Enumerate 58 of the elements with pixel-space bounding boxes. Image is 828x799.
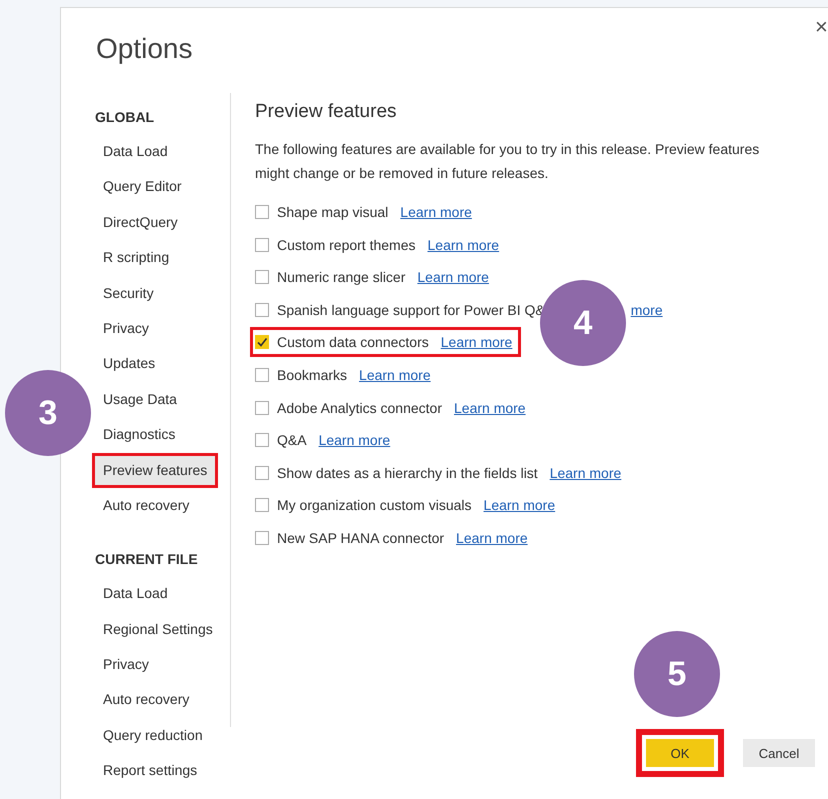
sidebar-item[interactable]: Query reduction <box>92 718 214 754</box>
section-heading: CURRENT FILE <box>95 551 199 568</box>
window-title: Options <box>96 33 194 66</box>
learn-more-link[interactable]: Learn more <box>318 432 390 448</box>
sidebar-item[interactable]: DirectQuery <box>92 204 189 240</box>
panel-heading: Preview features <box>255 101 398 123</box>
checkbox[interactable] <box>255 302 269 317</box>
ok-button[interactable]: OK <box>646 739 714 767</box>
feature-label: Custom data connectors <box>277 334 429 350</box>
learn-more-link[interactable]: more <box>630 302 663 318</box>
checkbox[interactable] <box>255 433 269 448</box>
checkbox[interactable] <box>255 335 269 350</box>
feature-label: Custom report themes <box>277 236 416 253</box>
sidebar-item[interactable]: Report settings <box>92 753 208 789</box>
sidebar-item[interactable]: Data Load <box>92 576 179 612</box>
feature-label: My organization custom visuals <box>277 497 472 514</box>
close-button[interactable]: × <box>811 14 828 40</box>
learn-more-link[interactable]: Learn more <box>417 269 489 286</box>
feature-label: Shape map visual <box>277 204 388 220</box>
learn-more-link[interactable]: Learn more <box>456 530 528 546</box>
step-number-badge: 3 <box>5 370 91 456</box>
feature-label: Show dates as a hierarchy in the fields list <box>277 464 538 481</box>
learn-more-link[interactable]: Learn more <box>454 400 526 416</box>
sidebar-item[interactable]: Updates <box>92 346 166 382</box>
section-heading: GLOBAL <box>95 109 156 125</box>
feature-label: Adobe Analytics connector <box>277 400 442 416</box>
learn-more-link[interactable]: Learn more <box>440 334 512 350</box>
learn-more-link[interactable]: Learn more <box>428 236 500 253</box>
learn-more-link[interactable]: Learn more <box>484 497 556 514</box>
sidebar-item[interactable]: Privacy <box>92 310 160 346</box>
sidebar-item[interactable]: Auto recovery <box>92 682 200 718</box>
checkbox[interactable] <box>255 270 269 284</box>
sidebar-item[interactable]: Auto recovery <box>92 488 200 524</box>
checkbox[interactable] <box>255 530 269 545</box>
sidebar-item[interactable]: Usage Data <box>92 382 188 418</box>
feature-label: Numeric range slicer <box>277 269 406 286</box>
feature-label: Bookmarks <box>277 366 348 383</box>
learn-more-link[interactable]: Learn more <box>550 464 622 481</box>
checkbox[interactable] <box>255 400 269 415</box>
learn-more-link[interactable]: Learn more <box>359 366 431 383</box>
checkbox[interactable] <box>255 238 269 252</box>
description-text: The following features are available for you to try in this release. Preview features might change or be removed in future releases. <box>255 140 760 183</box>
sidebar-item[interactable]: Privacy <box>92 647 160 682</box>
sidebar-item[interactable]: R scripting <box>92 240 180 276</box>
feature-label: New SAP HANA connector <box>277 530 444 546</box>
sidebar-item[interactable]: Security <box>92 276 165 311</box>
checkbox[interactable] <box>255 368 269 382</box>
sidebar-item[interactable]: Query Editor <box>92 169 193 205</box>
checkbox[interactable] <box>255 466 269 480</box>
feature-label: Q&A <box>277 432 307 448</box>
learn-more-link[interactable]: Learn more <box>400 204 472 220</box>
sidebar-item[interactable]: Data Load <box>92 134 179 170</box>
sidebar-item[interactable]: Preview features <box>92 452 218 488</box>
checkbox[interactable] <box>255 498 269 512</box>
sidebar-item[interactable]: Regional Settings <box>92 612 224 648</box>
checkbox[interactable] <box>255 205 269 219</box>
cancel-button[interactable]: Cancel <box>743 739 815 767</box>
sidebar-item[interactable]: Diagnostics <box>92 417 186 453</box>
